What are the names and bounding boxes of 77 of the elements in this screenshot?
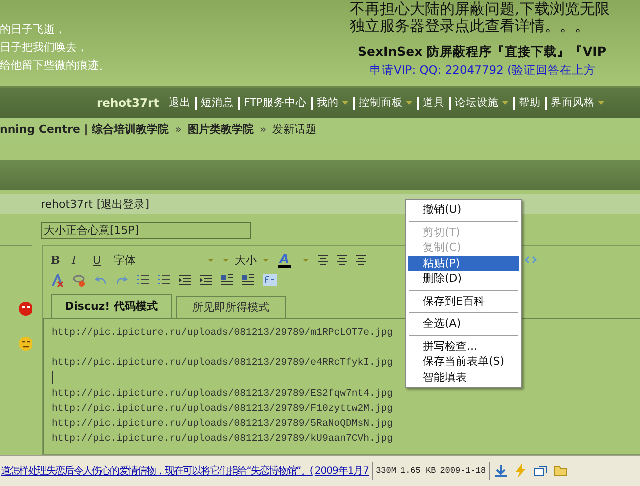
file-size: 1.65 KB xyxy=(400,466,436,476)
context-menu-item[interactable]: 保存到E百科 xyxy=(408,294,519,309)
dropdown-arrow-icon[interactable] xyxy=(502,101,509,105)
breadcrumb-link[interactable]: 图片类教学院 xyxy=(188,122,254,136)
context-menu-item[interactable]: 全选(A) xyxy=(408,316,519,332)
size-select[interactable]: 大小 xyxy=(223,252,269,268)
nav-link[interactable]: 界面风格 xyxy=(550,96,595,110)
url-line: http://pic.ipicture.ru/uploads/081213/29789/kU9aan7CVh.jpg xyxy=(52,432,393,446)
status-date: 2009-1-18 xyxy=(440,466,486,476)
context-menu-item[interactable]: 删除(D) xyxy=(408,271,519,286)
nav-link[interactable]: 我的 xyxy=(316,96,339,110)
nav-link[interactable]: FTP服务中心 xyxy=(244,96,307,110)
align-icon[interactable] xyxy=(337,254,348,266)
download-icon[interactable] xyxy=(494,464,508,478)
align-icon[interactable] xyxy=(318,254,328,266)
poem-line: 的日子飞逝， xyxy=(0,22,67,37)
nav-link[interactable]: 短消息 xyxy=(201,96,234,110)
breadcrumb-current: 发新话题 xyxy=(272,122,317,136)
memory-usage: 330M xyxy=(376,466,396,476)
remove-format-icon[interactable] xyxy=(51,274,64,286)
windows-icon[interactable] xyxy=(534,464,548,478)
notice-link[interactable]: 不再担心大陆的屏蔽问题,下载浏览无限 xyxy=(350,1,640,18)
nav-link[interactable]: 道具 xyxy=(422,96,445,110)
image-float-icon[interactable] xyxy=(242,274,254,286)
vip-link[interactable]: 申请VIP: QQ: 22047792 (验证回答在上方 xyxy=(350,63,640,78)
context-menu-item[interactable]: 智能填表 xyxy=(408,370,519,385)
logout-link[interactable]: [退出登录] xyxy=(96,196,150,212)
list-icon[interactable] xyxy=(137,275,149,285)
nav-link[interactable]: 控制面板 xyxy=(358,96,403,110)
ticker-date-link[interactable]: 2009年1月7 xyxy=(314,464,370,478)
dropdown-arrow-icon[interactable] xyxy=(342,101,349,105)
notice-link[interactable]: 独立服务器登录点此查看详情。。。 xyxy=(350,18,640,35)
context-menu-item[interactable]: 撤销(U) xyxy=(408,202,519,218)
url-line: http://pic.ipicture.ru/uploads/081213/29789/e4RRcTfykI.jpg xyxy=(52,356,393,370)
smiley-icon[interactable] xyxy=(18,336,32,352)
image-float-icon[interactable] xyxy=(221,274,233,286)
context-menu-item[interactable]: 粘贴(P) xyxy=(408,256,519,271)
breadcrumb-link[interactable]: nning Centre | 综合培训教学院 xyxy=(0,122,170,136)
free-icon[interactable] xyxy=(263,274,277,286)
indent-icon[interactable] xyxy=(200,274,212,286)
list-icon[interactable] xyxy=(158,275,170,285)
angry-smiley-icon[interactable] xyxy=(18,301,32,317)
dropdown-arrow-icon[interactable] xyxy=(303,258,310,262)
text-cursor xyxy=(52,371,53,384)
dropdown-arrow-icon[interactable] xyxy=(263,258,269,262)
poem-line: 日子把我们唤去， xyxy=(0,40,89,55)
font-select[interactable]: 字体 xyxy=(114,252,214,268)
unlink-icon[interactable] xyxy=(73,274,86,286)
italic-button[interactable]: I xyxy=(72,254,84,266)
subject-field[interactable]: 大小正合心意[15P] xyxy=(41,222,251,239)
url-line: http://pic.ipicture.ru/uploads/081213/29789/ES2fqw7nt4.jpg xyxy=(52,387,393,401)
dropdown-arrow-icon[interactable] xyxy=(406,101,413,105)
folder-icon[interactable] xyxy=(554,464,568,478)
breadcrumb-separator: » xyxy=(260,122,267,136)
nav-link[interactable]: 论坛设施 xyxy=(454,96,499,110)
nav-link[interactable]: 帮助 xyxy=(518,96,541,110)
dropdown-arrow-icon[interactable] xyxy=(208,258,214,262)
url-line: http://pic.ipicture.ru/uploads/081213/29789/F10zyttw2M.jpg xyxy=(52,402,393,416)
user-status: rehot37rt xyxy=(41,198,93,210)
context-menu-item[interactable]: 拼写检查... xyxy=(408,338,519,354)
underline-button[interactable]: U xyxy=(93,254,105,266)
context-menu-item[interactable]: 保存当前表单(S) xyxy=(408,354,519,370)
dropdown-arrow-icon[interactable] xyxy=(598,101,605,105)
editor-tab[interactable]: Discuz! 代码模式 xyxy=(51,294,172,318)
editor-tab[interactable]: 所见即所得模式 xyxy=(176,296,286,318)
nav-link[interactable]: 退出 xyxy=(169,96,192,110)
dropdown-arrow-icon[interactable] xyxy=(223,258,229,262)
promo-text: SexInSex 防屏蔽程序『直接下载』『VIP xyxy=(357,44,608,61)
align-icon[interactable] xyxy=(356,254,366,266)
url-line: http://pic.ipicture.ru/uploads/081213/29789/5RaNoQDMsN.jpg xyxy=(52,417,393,431)
indent-icon[interactable] xyxy=(179,274,191,286)
breadcrumb-separator: » xyxy=(175,122,182,136)
poem-line: 给他留下些微的痕迹。 xyxy=(0,58,110,73)
url-line: http://pic.ipicture.ru/uploads/081213/29789/m1RPcLOT7e.jpg xyxy=(52,326,393,340)
bold-button[interactable]: B xyxy=(51,254,63,266)
username-link[interactable]: rehot37rt xyxy=(97,96,160,110)
news-ticker[interactable]: 道怎样处理失恋后令人伤心的爱情信物，现在可以将它们捐给“失恋博物馆”。( xyxy=(0,464,313,478)
